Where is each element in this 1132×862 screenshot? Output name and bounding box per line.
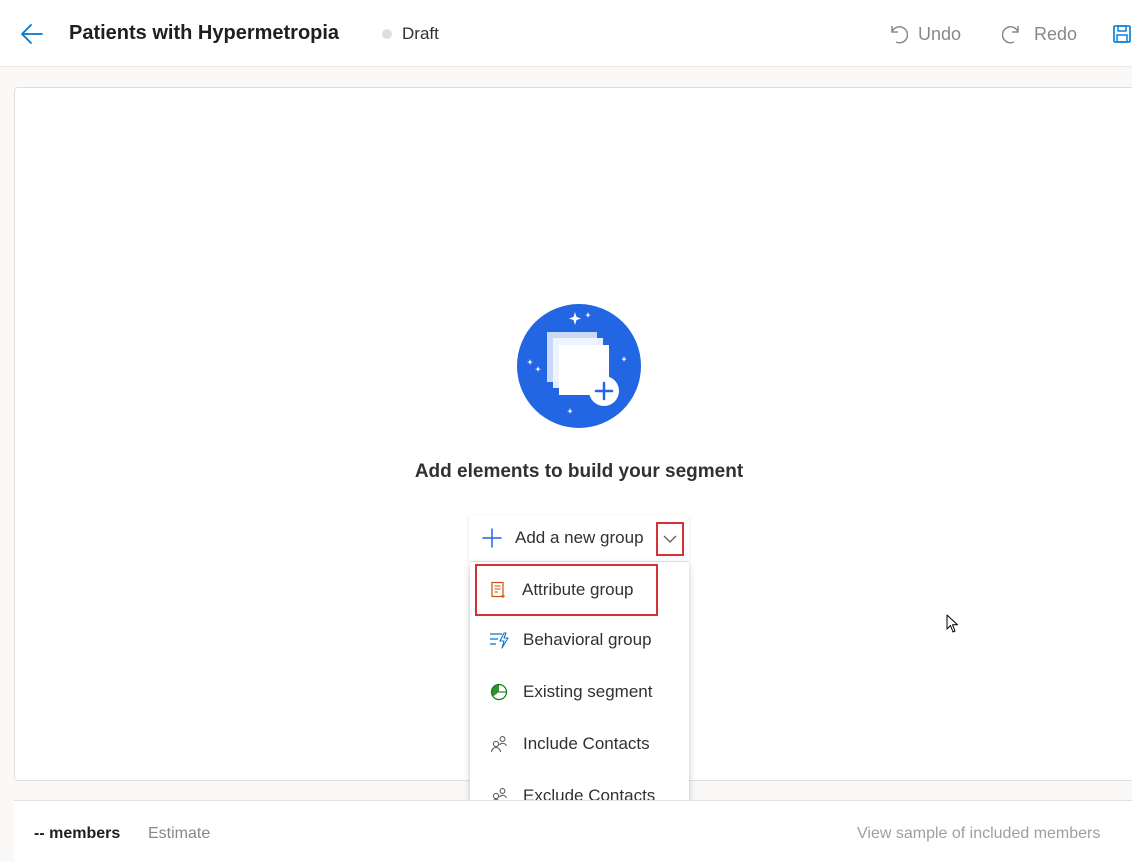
add-group-split-button: Add a new group	[469, 515, 689, 561]
mouse-pointer-icon	[946, 614, 958, 633]
view-sample-link[interactable]: View sample of included members	[857, 825, 1100, 843]
page-title: Patients with Hypermetropia	[69, 22, 340, 44]
undo-button[interactable]: Undo	[886, 20, 961, 48]
menu-item-include-contacts[interactable]: Include Contacts	[478, 721, 678, 767]
menu-item-label: Include Contacts	[523, 734, 650, 753]
plus-icon	[482, 528, 502, 548]
redo-button[interactable]: Redo	[1002, 20, 1077, 48]
redo-icon	[1002, 26, 1019, 44]
menu-item-behavioral-group[interactable]: Behavioral group	[478, 617, 678, 663]
estimate-button[interactable]: Estimate	[148, 825, 210, 843]
status-dot	[382, 29, 392, 39]
attribute-group-icon	[488, 580, 508, 600]
save-button[interactable]	[1112, 20, 1132, 48]
chevron-down-icon	[663, 535, 677, 543]
add-group-label: Add a new group	[515, 528, 644, 547]
top-command-bar: Patients with Hypermetropia Draft Undo R…	[0, 0, 1132, 67]
status-badge: Draft	[402, 24, 439, 43]
add-group-button[interactable]: Add a new group	[469, 515, 655, 561]
segment-footer: -- members Estimate View sample of inclu…	[14, 800, 1132, 862]
undo-label: Undo	[918, 23, 962, 44]
menu-item-label: Behavioral group	[523, 630, 652, 649]
redo-label: Redo	[1034, 23, 1078, 44]
add-group-menu: Attribute group Behavioral group Existin…	[470, 562, 689, 820]
add-group-dropdown-toggle[interactable]	[656, 522, 684, 556]
include-contacts-icon	[489, 734, 509, 754]
undo-icon	[891, 26, 908, 44]
menu-item-attribute-group[interactable]: Attribute group	[475, 564, 658, 616]
empty-state-heading: Add elements to build your segment	[414, 461, 744, 482]
menu-item-label: Existing segment	[523, 682, 653, 701]
behavioral-group-icon	[489, 630, 509, 650]
add-elements-illustration-icon	[517, 304, 641, 428]
member-count: -- members	[34, 825, 121, 842]
menu-item-label: Attribute group	[522, 580, 634, 599]
back-button[interactable]	[18, 20, 46, 48]
back-arrow-icon	[21, 24, 43, 44]
menu-item-existing-segment[interactable]: Existing segment	[478, 669, 678, 715]
save-icon	[1113, 25, 1131, 43]
existing-segment-icon	[489, 682, 509, 702]
